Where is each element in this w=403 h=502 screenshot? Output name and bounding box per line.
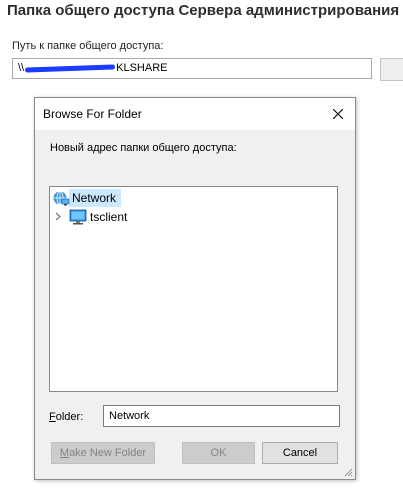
close-button[interactable] <box>321 98 355 130</box>
folder-input[interactable]: Network <box>103 405 340 427</box>
folder-label: Folder: <box>49 411 84 423</box>
browse-for-folder-dialog: Browse For Folder Новый адрес папки обще… <box>34 97 356 480</box>
network-icon <box>53 191 70 206</box>
path-prefix: \\ <box>18 62 25 74</box>
make-new-folder-button[interactable]: Make New Folder <box>51 442 155 464</box>
ok-button[interactable]: OK <box>182 442 255 464</box>
folder-tree[interactable]: Network tsclient <box>49 186 338 392</box>
dialog-instruction: Новый адрес папки общего доступа: <box>50 142 237 154</box>
chevron-right-icon[interactable] <box>55 212 61 221</box>
close-icon <box>333 109 343 119</box>
share-path-label: Путь к папке общего доступа: <box>12 40 164 52</box>
share-path-field[interactable]: \\ KLSHARE <box>12 58 372 79</box>
resize-grip-icon[interactable] <box>343 467 353 477</box>
dialog-titlebar: Browse For Folder <box>35 98 355 130</box>
browse-button[interactable] <box>380 58 403 81</box>
computer-icon <box>69 209 87 225</box>
dialog-title: Browse For Folder <box>43 107 142 121</box>
redaction-mark <box>25 64 116 73</box>
path-suffix: KLSHARE <box>116 62 168 74</box>
cancel-button[interactable]: Cancel <box>262 442 338 464</box>
tree-item-label: Network <box>72 191 117 205</box>
tree-item-label: tsclient <box>90 210 128 224</box>
page-heading: Папка общего доступа Сервера администрир… <box>7 2 400 19</box>
